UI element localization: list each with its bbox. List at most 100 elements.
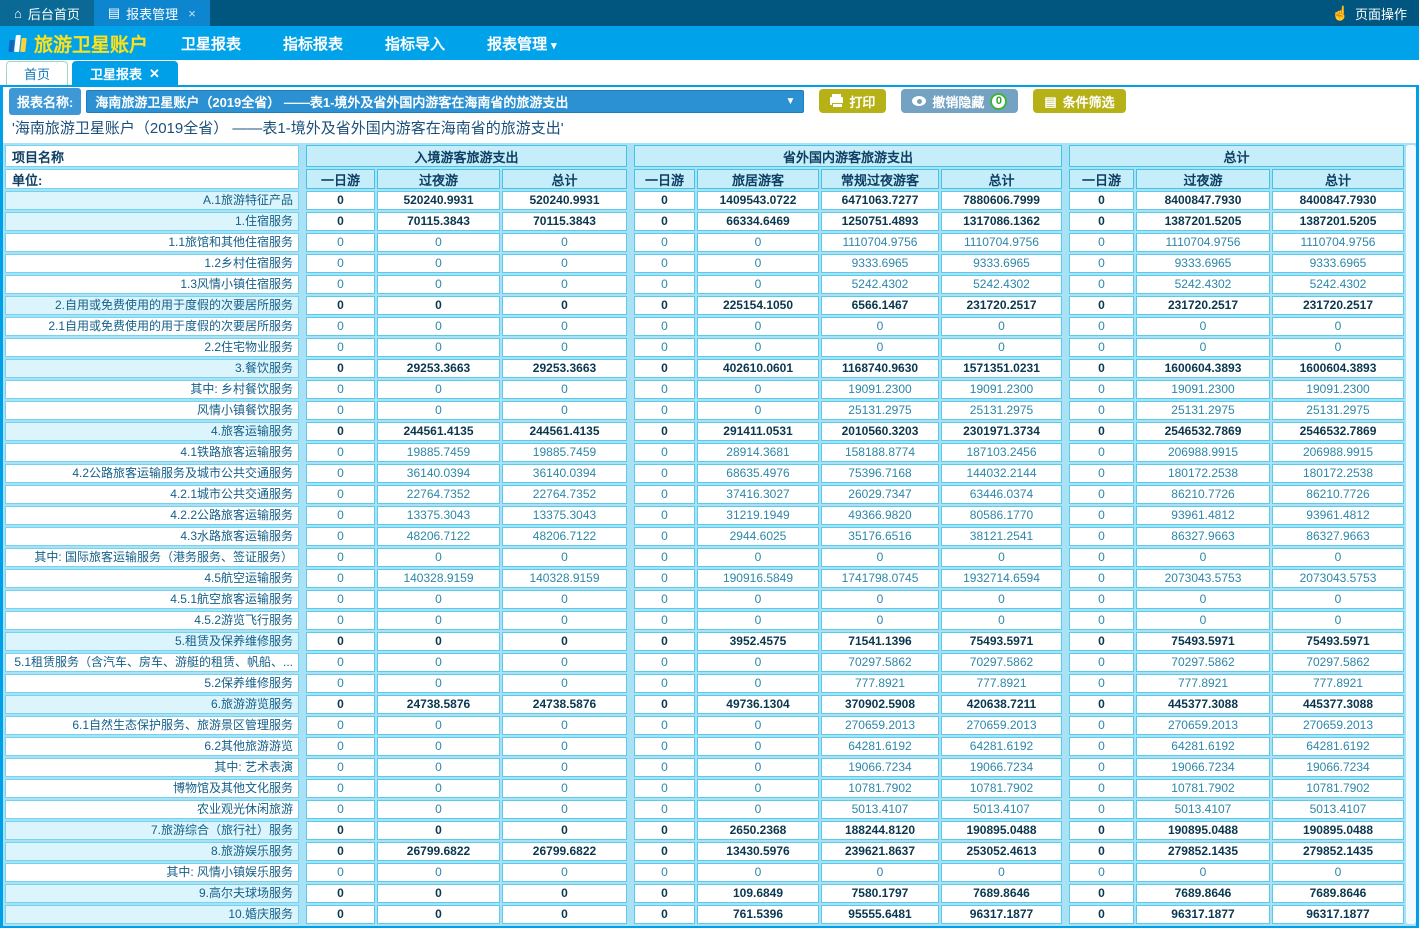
value-cell: 0 — [1069, 212, 1134, 231]
value-cell: 0 — [1069, 443, 1134, 462]
value-cell: 0 — [941, 317, 1062, 336]
value-cell: 0 — [306, 800, 375, 819]
value-cell: 520240.9931 — [502, 191, 627, 210]
value-cell: 2010560.3203 — [821, 422, 939, 441]
value-cell: 231720.2517 — [1136, 296, 1270, 315]
value-cell: 0 — [1069, 275, 1134, 294]
value-cell: 0 — [697, 401, 819, 420]
filter-button[interactable]: ▤ 条件筛选 — [1033, 89, 1125, 113]
topbar-tab-report-label: 报表管理 — [126, 4, 178, 23]
value-cell: 0 — [1069, 233, 1134, 252]
value-cell: 0 — [821, 863, 939, 882]
close-icon[interactable]: ✕ — [149, 66, 160, 82]
value-cell: 26799.6822 — [502, 842, 627, 861]
row-label-cell: 4.2公路旅客运输服务及城市公共交通服务 — [5, 464, 299, 483]
value-cell: 1110704.9756 — [821, 233, 939, 252]
row-label-cell: 2.自用或免费使用的用于度假的次要居所服务 — [5, 296, 299, 315]
value-cell: 0 — [634, 737, 695, 756]
nav-item-satellite-report[interactable]: 卫星报表 — [181, 33, 241, 54]
nav-item-report-management[interactable]: 报表管理▾ — [487, 33, 557, 54]
value-cell: 96317.1877 — [1136, 905, 1270, 924]
value-cell: 0 — [1069, 191, 1134, 210]
row-label-cell: 风情小镇餐饮服务 — [5, 401, 299, 420]
value-cell: 0 — [634, 359, 695, 378]
value-cell: 0 — [634, 317, 695, 336]
group-header: 总计 — [1069, 145, 1404, 167]
value-cell: 0 — [502, 233, 627, 252]
value-cell: 187103.2456 — [941, 443, 1062, 462]
value-cell: 1387201.5205 — [1136, 212, 1270, 231]
value-cell: 10781.7902 — [1136, 779, 1270, 798]
value-cell: 0 — [1069, 590, 1134, 609]
value-cell: 1741798.0745 — [821, 569, 939, 588]
value-cell: 0 — [821, 548, 939, 567]
value-cell: 75493.5971 — [1272, 632, 1404, 651]
value-cell: 0 — [377, 758, 500, 777]
topbar-tab-report-management[interactable]: ▤ 报表管理 × — [94, 0, 210, 26]
column-header: 一日游 — [634, 169, 695, 189]
value-cell: 0 — [502, 590, 627, 609]
print-button[interactable]: 打印 — [819, 89, 886, 113]
value-cell: 0 — [1136, 548, 1270, 567]
value-cell: 0 — [1069, 359, 1134, 378]
topbar-tab-home[interactable]: ⌂ 后台首页 — [0, 0, 94, 26]
report-name-label: 报表名称: — [9, 88, 81, 115]
value-cell: 35176.6516 — [821, 527, 939, 546]
value-cell: 0 — [306, 737, 375, 756]
value-cell: 0 — [1069, 905, 1134, 924]
value-cell: 109.6849 — [697, 884, 819, 903]
group-header: 省外国内游客旅游支出 — [634, 145, 1062, 167]
value-cell: 158188.8774 — [821, 443, 939, 462]
row-label-cell: 8.旅游娱乐服务 — [5, 842, 299, 861]
value-cell: 0 — [377, 632, 500, 651]
close-icon[interactable]: × — [188, 6, 196, 21]
topbar-tab-home-label: 后台首页 — [28, 4, 80, 23]
value-cell: 1110704.9756 — [1136, 233, 1270, 252]
value-cell: 244561.4135 — [377, 422, 500, 441]
chevron-down-icon: ▼ — [785, 96, 795, 107]
value-cell: 0 — [306, 254, 375, 273]
value-cell: 70297.5862 — [1136, 653, 1270, 672]
tab-satellite-report[interactable]: 卫星报表✕ — [72, 61, 178, 85]
page-actions-label: 页面操作 — [1355, 4, 1407, 23]
value-cell: 0 — [306, 275, 375, 294]
value-cell: 2650.2368 — [697, 821, 819, 840]
value-cell: 0 — [306, 191, 375, 210]
value-cell: 140328.9159 — [502, 569, 627, 588]
app-brand[interactable]: 旅游卫星账户 — [0, 30, 160, 57]
value-cell: 761.5396 — [697, 905, 819, 924]
value-cell: 0 — [502, 317, 627, 336]
value-cell: 22764.7352 — [377, 485, 500, 504]
unhide-button[interactable]: 撤销隐藏 0 — [901, 89, 1018, 113]
value-cell: 144032.2144 — [941, 464, 1062, 483]
value-cell: 0 — [634, 821, 695, 840]
value-cell: 25131.2975 — [821, 401, 939, 420]
value-cell: 370902.5908 — [821, 695, 939, 714]
value-cell: 5013.4107 — [1272, 800, 1404, 819]
report-select[interactable]: 海南旅游卫星账户（2019全省） ——表1-境外及省外国内游客在海南省的旅游支出… — [86, 90, 804, 113]
value-cell: 0 — [697, 611, 819, 630]
scrollbar-track[interactable] — [1406, 145, 1416, 924]
row-label-cell: 4.1铁路旅客运输服务 — [5, 443, 299, 462]
row-label-cell: 2.2住宅物业服务 — [5, 338, 299, 357]
value-cell: 0 — [377, 716, 500, 735]
tab-home[interactable]: 首页 — [6, 61, 68, 85]
value-cell: 86327.9663 — [1272, 527, 1404, 546]
value-cell: 5013.4107 — [941, 800, 1062, 819]
value-cell: 0 — [634, 842, 695, 861]
value-cell: 0 — [1069, 716, 1134, 735]
nav-item-indicator-import[interactable]: 指标导入 — [385, 33, 445, 54]
page-actions-button[interactable]: ☝ 页面操作 — [1320, 0, 1419, 26]
value-cell: 71541.1396 — [821, 632, 939, 651]
report-title: '海南旅游卫星账户（2019全省） ——表1-境外及省外国内游客在海南省的旅游支… — [3, 115, 1416, 143]
value-cell: 9333.6965 — [941, 254, 1062, 273]
filter-label: 条件筛选 — [1063, 92, 1115, 111]
value-cell: 10781.7902 — [1272, 779, 1404, 798]
value-cell: 1317086.1362 — [941, 212, 1062, 231]
nav-item-indicator-report[interactable]: 指标报表 — [283, 33, 343, 54]
value-cell: 75396.7168 — [821, 464, 939, 483]
value-cell: 1250751.4893 — [821, 212, 939, 231]
value-cell: 95555.6481 — [821, 905, 939, 924]
value-cell: 0 — [377, 317, 500, 336]
value-cell: 0 — [377, 653, 500, 672]
